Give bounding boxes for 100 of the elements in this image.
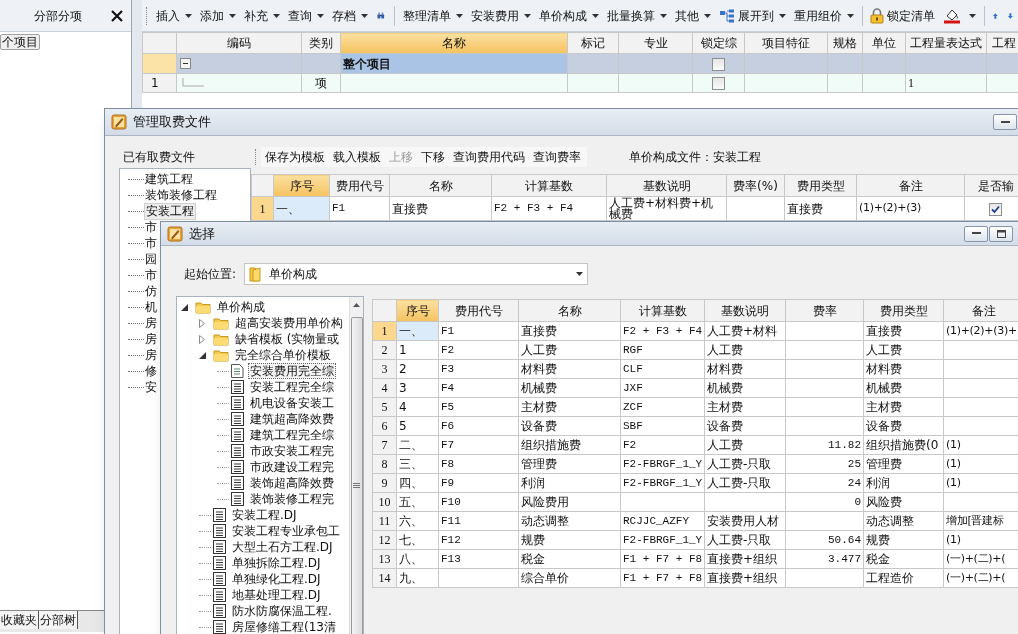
tree-item[interactable]: 个项目 bbox=[0, 34, 40, 50]
toolbar-button[interactable]: 插入 bbox=[152, 4, 197, 27]
column-header[interactable]: 是否输 bbox=[964, 174, 1018, 197]
toolbar-button[interactable]: 批量换算 bbox=[602, 4, 671, 27]
list-item[interactable]: 园 bbox=[144, 251, 158, 267]
tree-item[interactable]: 安装工程专业承包工 bbox=[230, 523, 342, 539]
tree-item[interactable]: 装饰超高降效费 bbox=[248, 475, 336, 491]
toolbar-button[interactable]: 锁定清单 bbox=[866, 4, 939, 27]
tree-item[interactable]: 缺省模板 (实物量或 bbox=[233, 331, 342, 347]
column-header[interactable]: 名称 bbox=[340, 32, 568, 54]
toolbar-button[interactable]: 存档 bbox=[328, 4, 373, 27]
column-header[interactable]: 备注 bbox=[856, 174, 965, 197]
list-item[interactable]: 市 bbox=[144, 267, 158, 283]
column-header[interactable]: 计算基数 bbox=[620, 299, 705, 322]
tree-item[interactable]: 机电设备安装工 bbox=[248, 395, 336, 411]
list-item[interactable]: 房 bbox=[144, 315, 158, 331]
tree-item[interactable]: 单独绿化工程.DJ bbox=[230, 571, 323, 587]
tree-item[interactable]: 建筑工程完全综 bbox=[248, 427, 336, 443]
toolbar-button[interactable]: 查询费用代码 bbox=[449, 147, 529, 167]
column-header[interactable]: 项目特征 bbox=[744, 32, 828, 54]
table-row[interactable]: 整个项目 bbox=[142, 53, 1018, 74]
tree-item[interactable]: 建筑超高降效费 bbox=[248, 411, 336, 427]
toolbar-button[interactable]: 保存为模板 bbox=[261, 147, 329, 167]
tree-item[interactable]: 安装工程完全综 bbox=[248, 379, 336, 395]
column-header[interactable]: 标记 bbox=[567, 32, 619, 54]
tree-item[interactable]: 单独拆除工程.DJ bbox=[230, 555, 323, 571]
minimize-button[interactable] bbox=[964, 225, 988, 242]
maximize-button[interactable] bbox=[989, 225, 1013, 242]
tree-item[interactable]: 单价构成 bbox=[215, 299, 267, 315]
list-item[interactable]: 修 bbox=[144, 363, 158, 379]
column-header[interactable]: 名称 bbox=[518, 299, 621, 322]
scrollbar-thumb[interactable] bbox=[350, 317, 363, 634]
column-header[interactable]: 费率(%) bbox=[726, 174, 785, 197]
toolbar-button[interactable]: 添加 bbox=[196, 4, 241, 27]
toolbar-button[interactable]: 下移 bbox=[417, 147, 449, 167]
toolbar-button[interactable]: 整理清单 bbox=[398, 4, 467, 27]
toolbar-button[interactable]: 安装费用 bbox=[466, 4, 535, 27]
list-item[interactable]: 房 bbox=[144, 331, 158, 347]
column-header[interactable]: 序号 bbox=[396, 299, 439, 322]
column-header[interactable]: 序号 bbox=[273, 174, 330, 197]
tree-item[interactable]: 超高安装费用单价构 bbox=[233, 315, 345, 331]
column-header[interactable]: 计算基数 bbox=[491, 174, 607, 197]
start-location-dropdown[interactable]: 单价构成 bbox=[244, 263, 588, 285]
column-header[interactable]: 名称 bbox=[389, 174, 492, 197]
tree-item[interactable]: 市政建设工程完 bbox=[248, 459, 336, 475]
list-item[interactable]: 仿 bbox=[144, 283, 158, 299]
column-header[interactable]: 编码 bbox=[176, 32, 302, 54]
toolbar-button[interactable]: 查询费率 bbox=[529, 147, 585, 167]
expand-icon[interactable] bbox=[199, 334, 205, 344]
tree-item[interactable]: 装饰装修工程完 bbox=[248, 491, 336, 507]
toolbar-button[interactable]: 补充 bbox=[240, 4, 285, 27]
checkbox[interactable] bbox=[712, 77, 725, 90]
checkbox[interactable] bbox=[989, 202, 1002, 216]
toolbar-button[interactable]: 重用组价 bbox=[789, 4, 858, 27]
column-header[interactable]: 单位 bbox=[862, 32, 906, 54]
collapse-icon[interactable] bbox=[180, 58, 191, 69]
tree-item[interactable]: 市政安装工程完 bbox=[248, 443, 336, 459]
column-header[interactable]: 费率 bbox=[785, 299, 864, 322]
column-header[interactable]: 费用类型 bbox=[784, 174, 857, 197]
tree-item[interactable]: 完全综合单价模板 bbox=[233, 347, 333, 363]
list-item[interactable]: 装饰装修工程 bbox=[144, 187, 218, 203]
collapse-icon[interactable] bbox=[181, 303, 188, 311]
close-icon[interactable] bbox=[111, 9, 123, 22]
tree-item[interactable]: 防水防腐保温工程. bbox=[230, 603, 334, 619]
list-item[interactable]: 安 bbox=[144, 379, 158, 395]
column-header[interactable]: 基数说明 bbox=[606, 174, 727, 197]
column-header[interactable]: 工程 bbox=[986, 32, 1018, 54]
column-header[interactable]: 费用代号 bbox=[438, 299, 519, 322]
tree-item[interactable]: 安装费用完全综 bbox=[248, 363, 336, 379]
list-item[interactable]: 安装工程 bbox=[144, 202, 196, 220]
tree-item[interactable]: 安装工程.DJ bbox=[230, 507, 299, 523]
column-header[interactable]: 基数说明 bbox=[704, 299, 786, 322]
column-header[interactable]: 专业 bbox=[618, 32, 693, 54]
column-header[interactable]: 规格 bbox=[827, 32, 863, 54]
column-header[interactable]: 备注 bbox=[943, 299, 1018, 322]
tab[interactable]: 分部树 bbox=[39, 611, 78, 629]
toolbar-button[interactable]: 载入模板 bbox=[329, 147, 385, 167]
list-item[interactable]: 市 bbox=[144, 235, 158, 251]
toolbar-button[interactable]: 展开到 bbox=[714, 4, 790, 27]
list-item[interactable]: 建筑工程 bbox=[144, 171, 194, 187]
toolbar-button[interactable]: 单价构成 bbox=[534, 4, 603, 27]
collapse-icon[interactable] bbox=[199, 351, 206, 359]
column-header[interactable]: 锁定综 bbox=[692, 32, 745, 54]
list-item[interactable]: 房 bbox=[144, 347, 158, 363]
column-header[interactable]: 工程量表达式 bbox=[905, 32, 987, 54]
list-item[interactable]: 机 bbox=[144, 299, 158, 315]
column-header[interactable]: 类别 bbox=[301, 32, 341, 54]
checkbox[interactable] bbox=[712, 57, 725, 71]
tree-item[interactable]: 地基处理工程.DJ bbox=[230, 587, 323, 603]
tree-item[interactable]: 大型土石方工程.DJ bbox=[230, 539, 335, 555]
list-item[interactable]: 市 bbox=[144, 219, 158, 235]
toolbar-button[interactable]: 其他 bbox=[670, 4, 715, 27]
column-header[interactable]: 费用类型 bbox=[863, 299, 944, 322]
tree-item[interactable]: 房屋修缮工程(13清 bbox=[230, 619, 338, 634]
row-number[interactable]: 1 bbox=[251, 196, 274, 221]
minimize-button[interactable] bbox=[993, 114, 1017, 130]
tab[interactable]: 收藏夹 bbox=[0, 611, 39, 629]
toolbar-button[interactable]: 查询 bbox=[284, 4, 329, 27]
expand-icon[interactable] bbox=[199, 318, 205, 328]
column-header[interactable]: 费用代号 bbox=[329, 174, 390, 197]
